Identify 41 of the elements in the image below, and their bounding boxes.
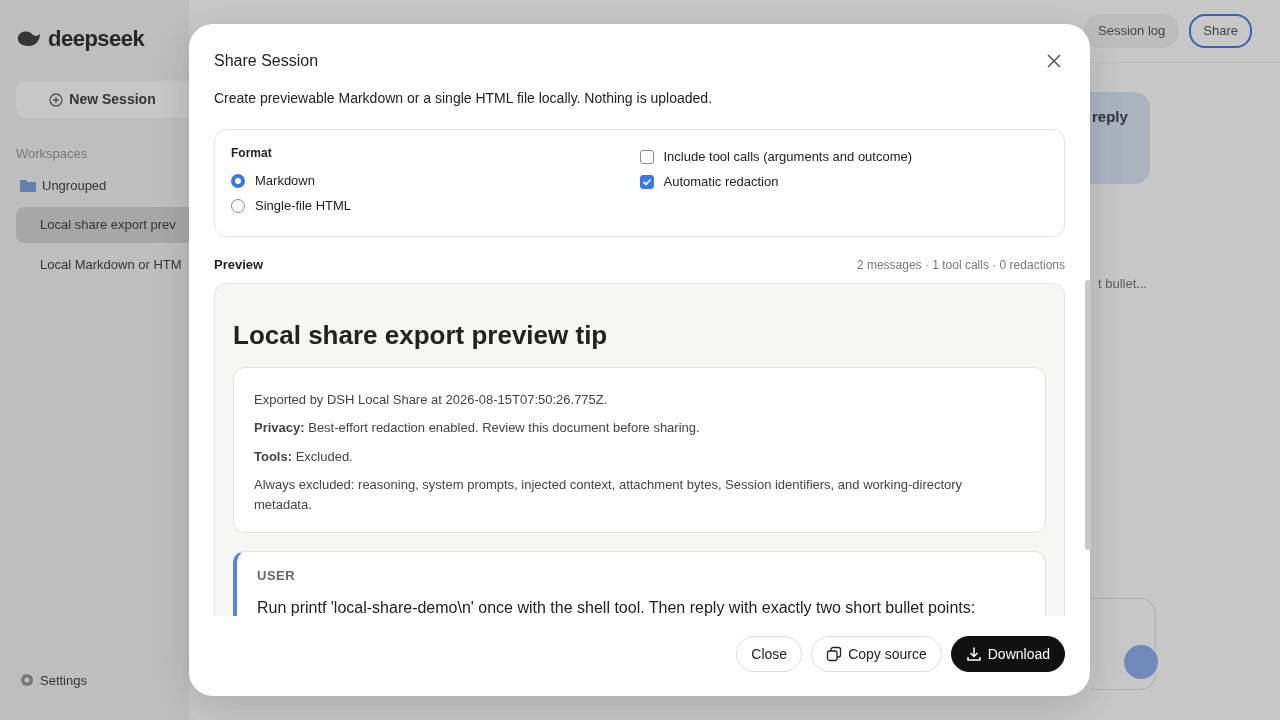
checkbox[interactable] xyxy=(639,174,654,189)
radio-label[interactable]: Markdown xyxy=(255,170,315,191)
download-icon xyxy=(965,646,982,662)
scrollbar[interactable] xyxy=(1085,280,1091,550)
dialog-title: Share Session xyxy=(214,51,319,71)
message-text: t bullet... xyxy=(1097,275,1149,293)
metadata-line: Always excluded: reasoning, system prompts, injected context, attachment bytes, Session identifiers, and working-directory metadata. xyxy=(254,476,964,514)
checkbox-label[interactable]: Include tool calls (arguments and outcome) xyxy=(663,146,913,167)
message-role: USER xyxy=(257,567,297,586)
copy-icon xyxy=(826,646,843,662)
close-button[interactable]: Close xyxy=(736,636,803,672)
preview-heading: Local share export preview tip xyxy=(233,319,609,351)
new-session-button[interactable]: New Session xyxy=(16,81,189,118)
session-log-button[interactable]: Session log xyxy=(1084,14,1180,48)
format-label: Format xyxy=(231,145,273,162)
download-button[interactable]: Download xyxy=(950,636,1065,672)
metadata-line: Exported by DSH Local Share at 2026-08-15T07:50:26.775Z. xyxy=(254,390,609,409)
logo-text: deepseek xyxy=(48,25,145,53)
copy-source-button[interactable]: Copy source xyxy=(811,636,942,672)
checkmark-icon xyxy=(641,176,652,187)
radio-button[interactable] xyxy=(231,198,245,213)
sidebar-item[interactable]: Local share export prev xyxy=(16,207,189,243)
preview-label: Preview xyxy=(214,256,264,274)
plus-circle-icon xyxy=(49,92,64,107)
folder-icon xyxy=(20,178,36,192)
gear-icon xyxy=(20,673,34,688)
section-label: Workspaces xyxy=(16,145,88,163)
message-text: Run printf 'local-share-demo\n' once with the shell tool. Then reply with exactly two short bullet points: xyxy=(257,597,977,616)
dialog-description: Create previewable Markdown or a single HTML file locally. Nothing is uploaded. xyxy=(214,89,714,108)
message-bubble: reply xyxy=(1090,92,1150,184)
sidebar-item[interactable]: Local Markdown or HTM xyxy=(16,246,189,282)
radio-label[interactable]: Single-file HTML xyxy=(255,195,352,216)
preview-stats: 2 messages · 1 tool calls · 0 redactions xyxy=(856,257,1065,274)
checkbox[interactable] xyxy=(639,149,654,164)
sidebar-item[interactable]: Ungrouped xyxy=(16,167,189,203)
radio-button[interactable] xyxy=(231,173,245,188)
checkbox-label[interactable]: Automatic redaction xyxy=(663,171,779,192)
share-button[interactable]: Share xyxy=(1189,14,1252,48)
settings-link[interactable]: Settings xyxy=(16,662,95,698)
metadata-line: Privacy: Best-effort redaction enabled. Review this document before sharing. xyxy=(254,419,701,438)
metadata-line: Tools: Excluded. xyxy=(254,447,354,466)
